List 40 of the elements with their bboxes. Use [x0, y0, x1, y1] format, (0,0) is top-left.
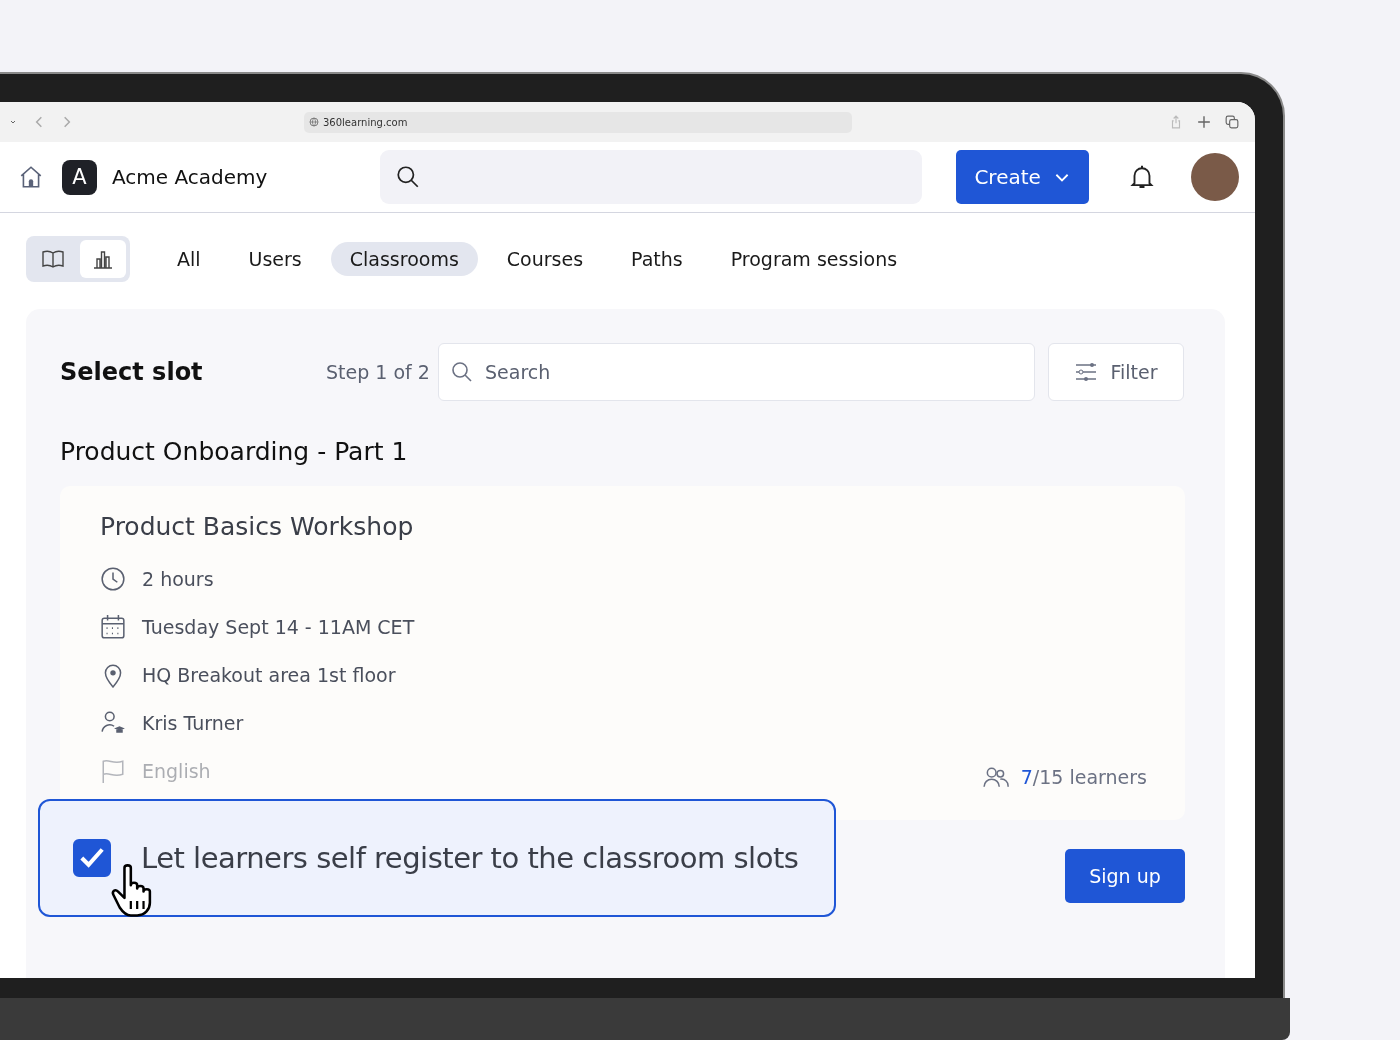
chart-view-button[interactable]	[80, 240, 126, 278]
sign-up-button[interactable]: Sign up	[1065, 849, 1185, 903]
flag-icon	[100, 758, 126, 784]
tabs-icon[interactable]	[1225, 115, 1239, 129]
user-avatar[interactable]	[1191, 153, 1239, 201]
academy-logo[interactable]: A	[62, 159, 97, 195]
nav-tab[interactable]: Courses	[487, 242, 603, 276]
calendar-icon	[100, 614, 126, 640]
address-bar[interactable]: 360learning.com	[304, 111, 852, 133]
academy-name: Acme Academy	[111, 165, 269, 189]
search-field[interactable]: Search	[438, 343, 1035, 401]
home-icon[interactable]	[18, 164, 44, 190]
create-button[interactable]: Create	[956, 150, 1090, 204]
checkbox[interactable]	[73, 839, 111, 877]
checkbox-label: Let learners self register to the classroom slots	[141, 841, 799, 875]
plus-icon[interactable]	[1197, 115, 1211, 129]
nav-tab[interactable]: Paths	[612, 242, 702, 276]
search-icon	[450, 360, 474, 384]
step-indicator: Step 1 of 2	[326, 361, 431, 383]
session-detail: Tuesday Sept 14 - 11AM CET	[142, 616, 415, 638]
session-detail: English	[142, 760, 211, 782]
panel-title: Select slot	[60, 358, 204, 386]
nav-tab[interactable]: Users	[229, 242, 321, 276]
clock-icon	[100, 566, 126, 592]
search-icon	[394, 164, 421, 190]
capacity-text: /15 learners	[1032, 766, 1147, 788]
section-title: Product Onboarding - Part 1	[60, 437, 409, 466]
enrolled-count: 7	[1020, 766, 1033, 788]
session-detail: Kris Turner	[142, 712, 244, 734]
search-field[interactable]	[379, 150, 923, 204]
nav-tab[interactable]: Program sessions	[711, 242, 917, 276]
globe-icon	[309, 117, 319, 127]
filter-button[interactable]: Filter	[1048, 343, 1184, 401]
nav-tab[interactable]: All	[158, 242, 220, 276]
filter-sliders-icon	[1074, 360, 1099, 384]
nav-tab[interactable]: Classrooms	[330, 242, 478, 276]
session-title: Product Basics Workshop	[100, 512, 415, 541]
session-detail: HQ Breakout area 1st floor	[142, 664, 396, 686]
trainer-icon	[100, 710, 126, 736]
session-detail: 2 hours	[142, 568, 214, 590]
